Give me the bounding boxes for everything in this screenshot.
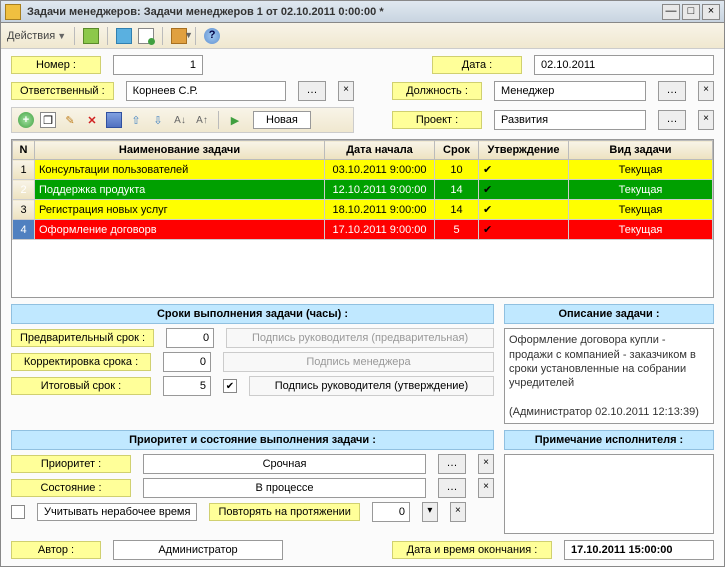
sort-asc-icon[interactable]: A↓ bbox=[172, 112, 188, 128]
responsible-label: Ответственный : bbox=[11, 82, 114, 100]
nonwork-checkbox[interactable] bbox=[11, 505, 25, 519]
note-section-header: Примечание исполнителя : bbox=[504, 430, 714, 450]
repeat-clear-button[interactable]: × bbox=[450, 502, 466, 522]
move-up-icon[interactable]: ⇧ bbox=[128, 112, 144, 128]
position-input[interactable]: Менеджер bbox=[494, 81, 646, 101]
col-term[interactable]: Срок bbox=[435, 141, 479, 160]
sign-manager: Подпись менеджера bbox=[223, 352, 494, 372]
col-name[interactable]: Наименование задачи bbox=[35, 141, 325, 160]
project-select-button[interactable]: … bbox=[658, 110, 686, 130]
author-input[interactable]: Администратор bbox=[113, 540, 283, 560]
final-sign-checkbox[interactable]: ✔ bbox=[223, 379, 237, 393]
state-label: Состояние : bbox=[11, 479, 131, 497]
final-term-input[interactable]: 5 bbox=[163, 376, 211, 396]
window-title: Задачи менеджеров: Задачи менеджеров 1 о… bbox=[27, 6, 662, 18]
title-bar: Задачи менеджеров: Задачи менеджеров 1 о… bbox=[1, 1, 724, 23]
table-row[interactable]: 2Поддержка продукта12.10.2011 9:00:0014✔… bbox=[13, 180, 713, 200]
add-row-icon[interactable]: + bbox=[18, 112, 34, 128]
project-input[interactable]: Развития bbox=[494, 110, 646, 130]
repeat-input[interactable]: 0 bbox=[372, 502, 410, 522]
end-date-label: Дата и время окончания : bbox=[392, 541, 552, 559]
new-task-button[interactable]: Новая bbox=[253, 111, 311, 129]
final-term-label: Итоговый срок : bbox=[11, 377, 151, 395]
pre-term-input[interactable]: 0 bbox=[166, 328, 214, 348]
post-icon[interactable] bbox=[83, 28, 99, 44]
priority-section-header: Приоритет и состояние выполнения задачи … bbox=[11, 430, 494, 450]
repeat-dd[interactable]: ▾ bbox=[422, 502, 438, 522]
add-copy-icon[interactable]: ❐ bbox=[40, 112, 56, 128]
state-select-button[interactable]: … bbox=[438, 478, 466, 498]
description-text[interactable]: Оформление договора купли - продажи с ко… bbox=[504, 328, 714, 424]
main-toolbar: Действия▼ ▼ ? bbox=[1, 23, 724, 49]
timing-section-header: Сроки выполнения задачи (часы) : bbox=[11, 304, 494, 324]
number-input[interactable]: 1 bbox=[113, 55, 203, 75]
sort-desc-icon[interactable]: A↑ bbox=[194, 112, 210, 128]
col-type[interactable]: Вид задачи bbox=[569, 141, 713, 160]
refresh-icon[interactable] bbox=[116, 28, 132, 44]
col-n[interactable]: N bbox=[13, 141, 35, 160]
maximize-button[interactable]: □ bbox=[682, 4, 700, 20]
description-section-header: Описание задачи : bbox=[504, 304, 714, 324]
priority-input[interactable]: Срочная bbox=[143, 454, 426, 474]
responsible-input[interactable]: Корнеев С.Р. bbox=[126, 81, 286, 101]
move-down-icon[interactable]: ⇩ bbox=[150, 112, 166, 128]
end-date-value: 17.10.2011 15:00:00 bbox=[564, 540, 714, 560]
author-label: Автор : bbox=[11, 541, 101, 559]
priority-label: Приоритет : bbox=[11, 455, 131, 473]
note-textarea[interactable] bbox=[504, 454, 714, 534]
priority-clear-button[interactable]: × bbox=[478, 454, 494, 474]
actions-menu[interactable]: Действия▼ bbox=[7, 30, 66, 42]
project-clear-button[interactable]: × bbox=[698, 110, 714, 130]
edit-row-icon[interactable]: ✎ bbox=[62, 112, 78, 128]
new-doc-icon[interactable] bbox=[138, 28, 154, 44]
position-select-button[interactable]: … bbox=[658, 81, 686, 101]
priority-select-button[interactable]: … bbox=[438, 454, 466, 474]
number-label: Номер : bbox=[11, 56, 101, 74]
corr-term-label: Корректировка срока : bbox=[11, 353, 151, 371]
delete-row-icon[interactable]: ✕ bbox=[84, 112, 100, 128]
position-clear-button[interactable]: × bbox=[698, 81, 714, 101]
tasks-grid[interactable]: NНаименование задачиДата началаСрокУтвер… bbox=[11, 139, 714, 298]
date-label: Дата : bbox=[432, 56, 522, 74]
link-icon[interactable]: ▼ bbox=[171, 28, 187, 44]
app-icon bbox=[5, 4, 21, 20]
state-input[interactable]: В процессе bbox=[143, 478, 426, 498]
responsible-select-button[interactable]: … bbox=[298, 81, 326, 101]
table-row[interactable]: 1Консультации пользователей03.10.2011 9:… bbox=[13, 160, 713, 180]
position-label: Должность : bbox=[392, 82, 482, 100]
repeat-label: Повторять на протяжении bbox=[209, 503, 359, 521]
help-icon[interactable]: ? bbox=[204, 28, 220, 44]
nonwork-label: Учитывать нерабочее время bbox=[37, 503, 197, 521]
table-row[interactable]: 3Регистрация новых услуг18.10.2011 9:00:… bbox=[13, 200, 713, 220]
run-icon[interactable]: ▶ bbox=[227, 112, 243, 128]
pre-term-label: Предварительный срок : bbox=[11, 329, 154, 347]
project-label: Проект : bbox=[392, 111, 482, 129]
date-input[interactable]: 02.10.2011 bbox=[534, 55, 714, 75]
sign-pre: Подпись руководителя (предварительная) bbox=[226, 328, 494, 348]
sign-final: Подпись руководителя (утверждение) bbox=[249, 376, 494, 396]
responsible-clear-button[interactable]: × bbox=[338, 81, 354, 101]
close-button[interactable]: × bbox=[702, 4, 720, 20]
minimize-button[interactable]: — bbox=[662, 4, 680, 20]
state-clear-button[interactable]: × bbox=[478, 478, 494, 498]
col-start[interactable]: Дата начала bbox=[325, 141, 435, 160]
col-approve[interactable]: Утверждение bbox=[479, 141, 569, 160]
save-icon[interactable] bbox=[106, 112, 122, 128]
corr-term-input[interactable]: 0 bbox=[163, 352, 211, 372]
table-row[interactable]: 4Оформление договорв17.10.2011 9:00:005✔… bbox=[13, 220, 713, 240]
grid-toolbar: + ❐ ✎ ✕ ⇧ ⇩ A↓ A↑ ▶ Новая bbox=[11, 107, 354, 133]
